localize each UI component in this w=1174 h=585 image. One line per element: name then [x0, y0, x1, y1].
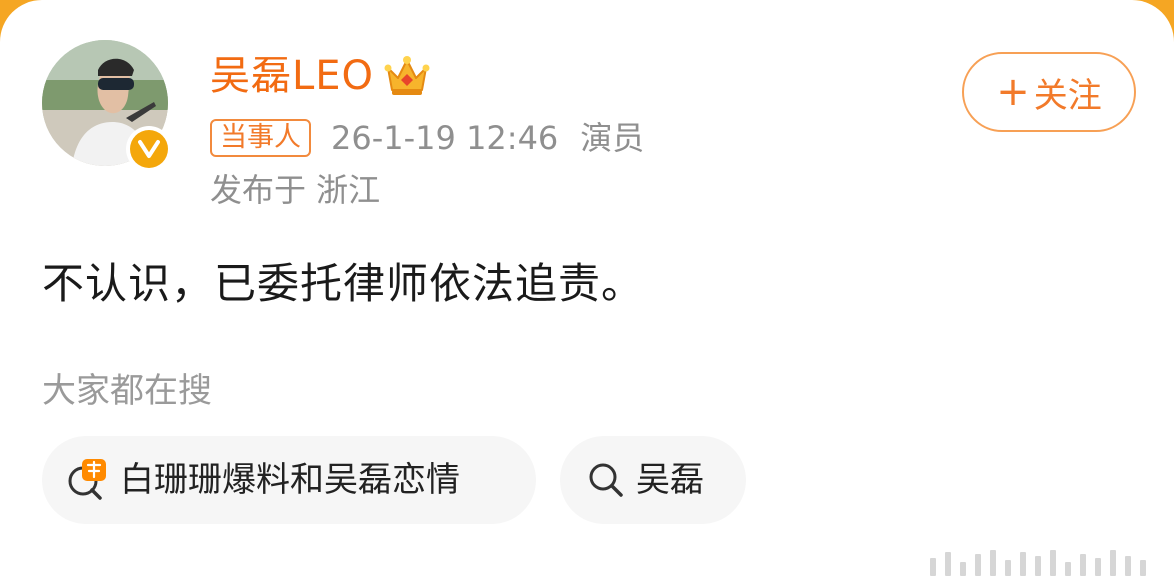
post-content: 不认识，已委托律师依法追责。 — [42, 259, 645, 308]
crown-icon — [384, 56, 430, 95]
follow-label: 关注 — [1033, 75, 1102, 116]
post-location: 发布于 浙江 — [210, 171, 381, 209]
hot-search-chip[interactable]: 白珊珊爆料和吴磊恋情 — [42, 436, 536, 524]
plus-icon: + — [996, 69, 1030, 115]
verified-v-icon — [138, 140, 160, 158]
watermark — [930, 548, 1160, 576]
post-time: 26-1-19 12:46 — [331, 119, 559, 157]
hot-search-label: 白珊珊爆料和吴磊恋情 — [120, 460, 460, 500]
author-role: 演员 — [580, 119, 645, 157]
post-meta: 当事人 26-1-19 12:46 演员 — [210, 116, 644, 160]
author-row: 吴磊LEO — [210, 50, 430, 102]
follow-button[interactable]: + 关注 — [962, 52, 1136, 132]
weibo-post-card: 吴磊LEO 当事人 26-1-19 12:46 演员 发布于 浙江 + 关注 不… — [0, 0, 1174, 585]
search-label: 吴磊 — [636, 460, 704, 500]
search-icon — [589, 463, 623, 497]
search-heading: 大家都在搜 — [42, 371, 212, 411]
hot-search-icon — [68, 459, 106, 500]
verified-badge — [126, 126, 172, 172]
search-chip[interactable]: 吴磊 — [560, 436, 746, 524]
party-badge: 当事人 — [210, 119, 311, 157]
author-name[interactable]: 吴磊LEO — [210, 50, 374, 102]
